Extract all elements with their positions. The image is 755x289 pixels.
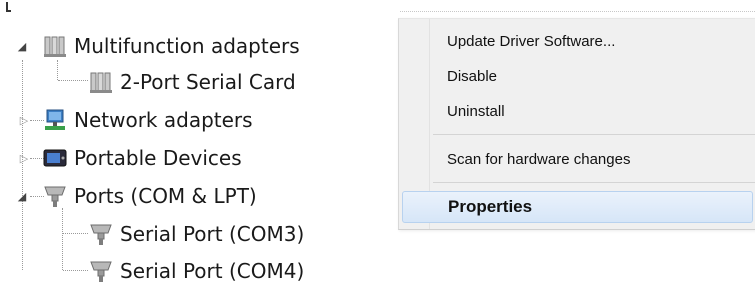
menu-item-disable[interactable]: Disable (447, 61, 497, 91)
tree-corner-mark (6, 2, 11, 12)
port-connector-icon (42, 184, 68, 208)
tree-item-label: Multifunction adapters (74, 34, 300, 58)
expanded-arrow-icon[interactable]: ◢ (16, 40, 28, 53)
portable-device-icon (42, 146, 68, 170)
tree-connector (63, 233, 88, 234)
tree-item-label: 2-Port Serial Card (120, 70, 296, 94)
menu-item-uninstall[interactable]: Uninstall (447, 96, 505, 126)
menu-item-properties[interactable]: Properties (402, 191, 753, 223)
tree-item-2-port-serial-card[interactable]: 2-Port Serial Card (88, 67, 296, 97)
tree-item-multifunction-adapters[interactable]: Multifunction adapters (42, 31, 300, 61)
port-connector-icon (88, 259, 114, 283)
tree-connector (58, 80, 88, 81)
divider (400, 11, 755, 12)
network-adapter-icon (42, 108, 68, 132)
tree-item-ports[interactable]: Ports (COM & LPT) (42, 181, 257, 211)
tree-item-portable-devices[interactable]: Portable Devices (42, 143, 242, 173)
menu-item-scan-hardware[interactable]: Scan for hardware changes (447, 144, 630, 174)
device-tree: ◢ Multifunction adapters 2-Port Serial C… (0, 0, 400, 289)
tree-item-label: Portable Devices (74, 146, 242, 170)
tree-connector (57, 60, 58, 80)
serial-card-icon (88, 70, 114, 94)
menu-separator (433, 134, 755, 135)
menu-separator (433, 182, 755, 183)
collapsed-arrow-icon[interactable]: ▷ (18, 114, 30, 127)
menu-item-update-driver[interactable]: Update Driver Software... (447, 26, 615, 56)
tree-connector (63, 270, 88, 271)
tree-item-label: Network adapters (74, 108, 253, 132)
port-connector-icon (88, 222, 114, 246)
collapsed-arrow-icon[interactable]: ▷ (18, 152, 30, 165)
multifunction-adapter-icon (42, 34, 68, 58)
context-menu: Update Driver Software... Disable Uninst… (398, 18, 755, 230)
tree-item-serial-port-com3[interactable]: Serial Port (COM3) (88, 219, 304, 249)
tree-connector (22, 60, 23, 270)
tree-item-network-adapters[interactable]: Network adapters (42, 105, 253, 135)
tree-item-label: Serial Port (COM3) (120, 222, 305, 246)
tree-item-label: Ports (COM & LPT) (74, 184, 257, 208)
tree-connector (62, 208, 63, 270)
tree-item-serial-port-com4[interactable]: Serial Port (COM4) (88, 256, 304, 286)
expanded-arrow-icon[interactable]: ◢ (16, 190, 28, 203)
tree-item-label: Serial Port (COM4) (120, 259, 305, 283)
